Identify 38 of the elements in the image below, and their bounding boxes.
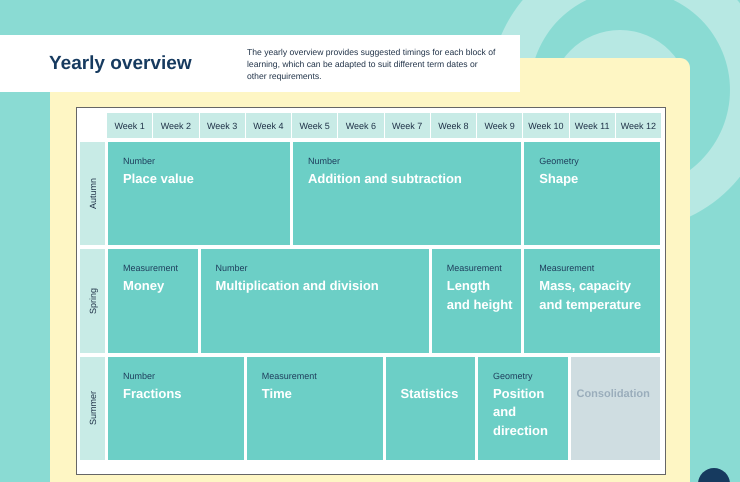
week-header: Week 12 [616,113,661,138]
week-header: Week 9 [477,113,522,138]
block-category: Measurement [539,263,596,274]
block-title: Multiplication and division [216,277,380,296]
block-title: Money [123,277,166,296]
week-header: Week 2 [153,113,198,138]
term-label: Autumn [80,142,105,246]
term-label: Spring [80,249,105,353]
block-title: Statistics [400,384,460,403]
block-category: Number [123,370,156,382]
week-header: Week 10 [523,113,568,138]
block-category: Measurement [446,263,503,274]
block-category: Number [123,156,156,167]
block-title: Time [262,384,293,403]
block-category: Measurement [262,370,318,382]
block-category: Number [216,263,249,274]
block-title: Addition and subtraction [308,170,463,188]
block-category: Geometry [539,156,580,167]
block-title: Shape [539,170,580,188]
block-title: Mass, capacity and temperature [539,277,642,314]
page-title: Yearly overview [49,52,193,74]
week-header: Week 8 [430,113,476,138]
block-category: Number [308,156,342,167]
week-header: Week 3 [200,113,245,138]
week-header: Week 11 [570,113,615,138]
week-header: Week 4 [246,113,291,138]
block-category: Measurement [123,263,180,274]
description-text: The yearly overview provides suggested timings for each block of learning, which can be adapted to suit different term dates or other requirements. [247,46,496,82]
block-title: Position and direction [493,384,549,440]
block-title: Length and height [446,277,514,314]
term-label: Summer [80,356,105,460]
week-header: Week 6 [338,113,384,138]
block-title: Fractions [123,384,183,403]
week-header: Week 1 [107,113,152,138]
block-title: Place value [123,170,195,188]
week-header: Week 5 [292,113,338,138]
block-category: Geometry [493,370,534,382]
week-header: Week 7 [384,113,430,138]
